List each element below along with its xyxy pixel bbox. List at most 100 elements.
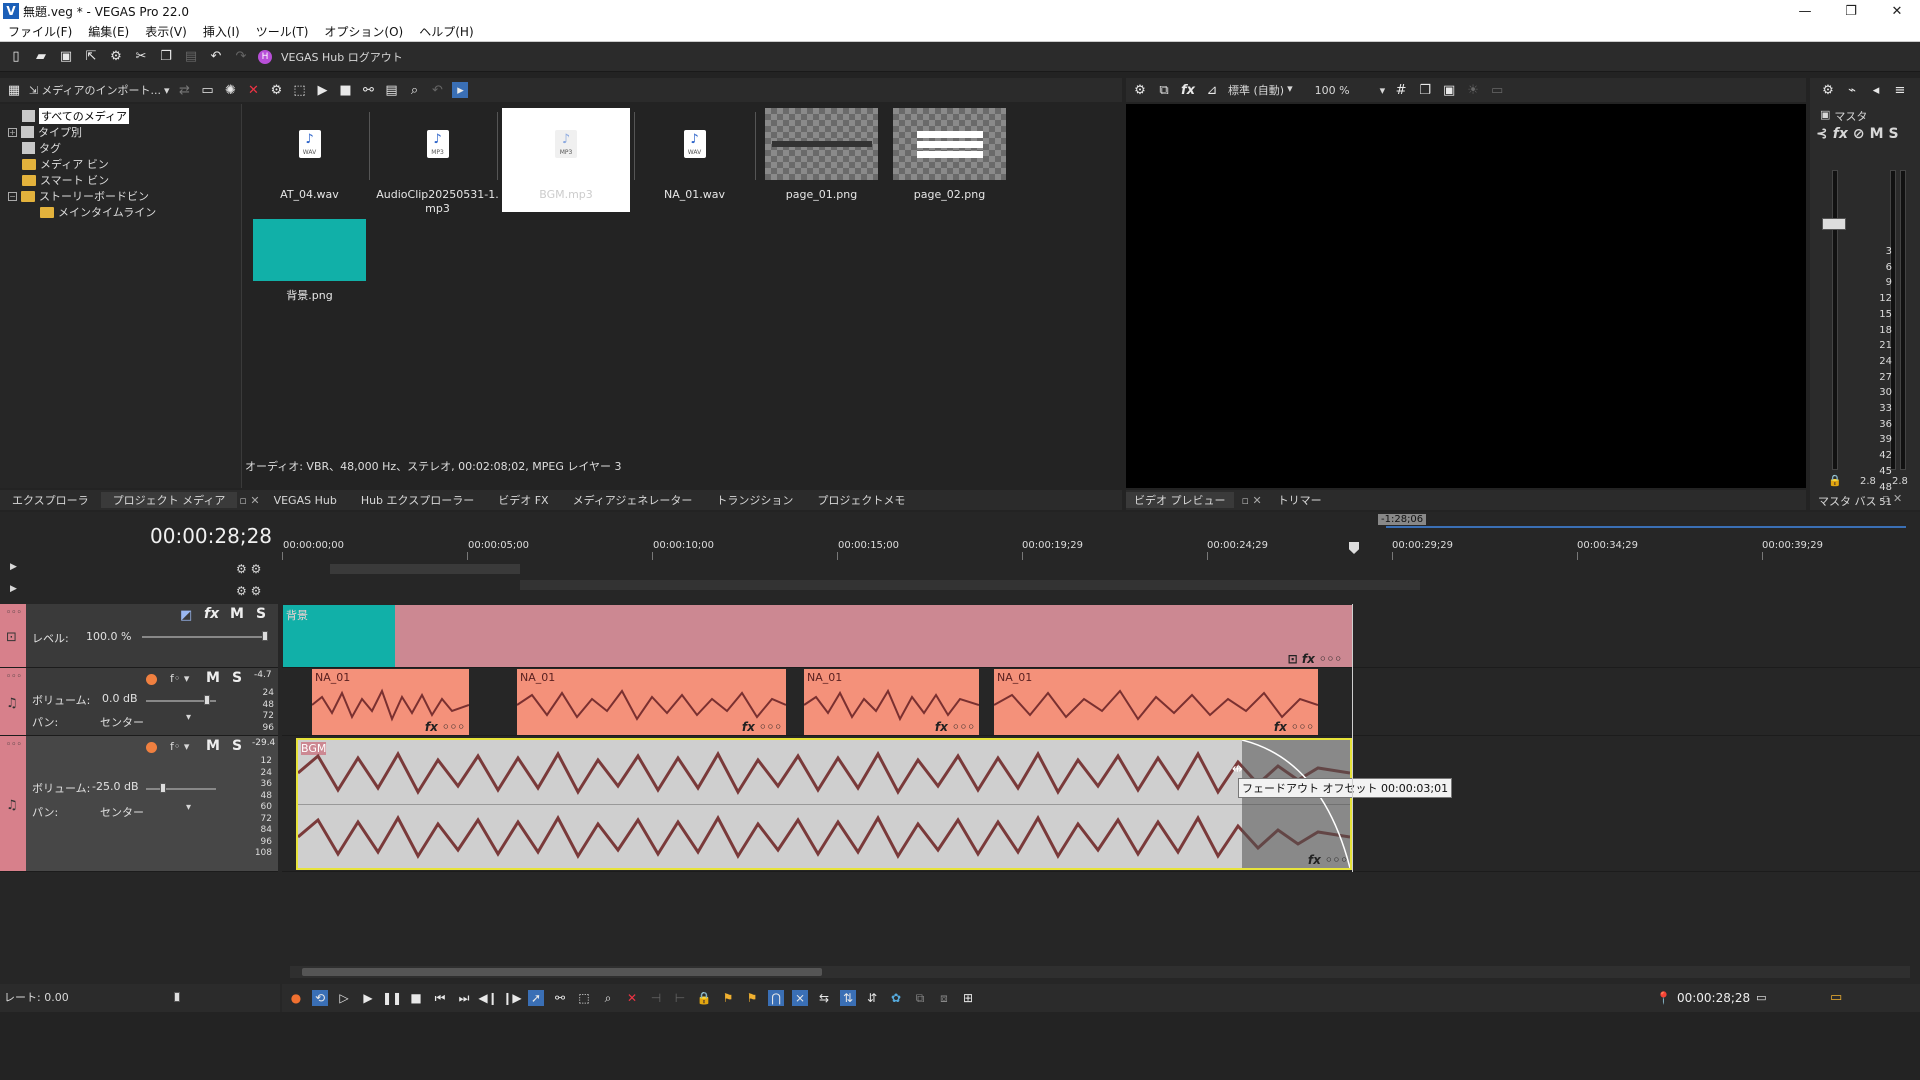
- tab-video-fx[interactable]: ビデオ FX: [486, 492, 560, 508]
- tab-hub-explorer[interactable]: Hub エクスプローラー: [349, 492, 486, 508]
- open-folder-icon[interactable]: ▰: [33, 49, 49, 65]
- menu-file[interactable]: ファイル(F): [0, 23, 80, 40]
- go-to-end-icon[interactable]: ⏭: [456, 990, 472, 1006]
- arm-record-button[interactable]: [146, 742, 157, 753]
- master-checkbox-icon[interactable]: ▣: [1820, 108, 1830, 124]
- video-track-lane[interactable]: 背景 ⊡ fx ◦◦◦: [282, 604, 1920, 668]
- redo-icon[interactable]: ↷: [233, 49, 249, 65]
- color-icon[interactable]: ✿: [888, 990, 904, 1006]
- ignore-grouping-icon[interactable]: ⇵: [864, 990, 880, 1006]
- automation-icon[interactable]: ⊘: [1853, 126, 1865, 142]
- media-fx-icon[interactable]: ✺: [222, 82, 238, 98]
- solo-button[interactable]: S: [232, 738, 242, 754]
- archive-icon[interactable]: ⊞: [960, 990, 976, 1006]
- import-media-button[interactable]: ⇲ メディアのインポート... ▾: [29, 82, 169, 98]
- mute-button[interactable]: M: [206, 738, 220, 754]
- window-icon[interactable]: ▭: [1756, 984, 1766, 1012]
- audio-clip-na01[interactable]: NA_01 fx ◦◦◦: [994, 669, 1318, 735]
- clip-fx-icon[interactable]: fx ◦◦◦: [1308, 853, 1348, 867]
- fade-out-curve[interactable]: [1242, 740, 1350, 868]
- delete-icon[interactable]: ✕: [624, 990, 640, 1006]
- media-item-page02[interactable]: page_02.png: [893, 108, 1006, 213]
- clip-fx-icon[interactable]: ⊡ fx ◦◦◦: [1288, 652, 1342, 666]
- copy-icon[interactable]: ❐: [158, 49, 174, 65]
- play-from-start-icon[interactable]: ▷: [336, 990, 352, 1006]
- split-screen-icon[interactable]: ⊿: [1204, 82, 1220, 98]
- master-fx-button[interactable]: fx: [1833, 126, 1848, 142]
- scrollbar-thumb[interactable]: [302, 968, 822, 976]
- audio-track-1-header[interactable]: ◦◦◦ ♫ f◦ ▾ M S -4.7 ボリューム: 0.0 dB パン: セン…: [0, 668, 278, 736]
- track-fx-dropdown[interactable]: f◦ ▾: [170, 740, 189, 753]
- loop-icon[interactable]: ⟲: [312, 990, 328, 1006]
- prev-frame-icon[interactable]: ◀❙: [478, 990, 497, 1006]
- media-item-bgm[interactable]: ♪ MP3 BGM.mp3: [502, 108, 630, 212]
- export-icon[interactable]: ⇱: [83, 49, 99, 65]
- external-monitor-icon[interactable]: ⧉: [1156, 82, 1172, 98]
- audio-clip-bgm[interactable]: BGM fx ◦◦◦: [296, 738, 1352, 870]
- solo-button[interactable]: S: [256, 606, 266, 622]
- clip-fx-icon[interactable]: fx ◦◦◦: [1274, 720, 1314, 734]
- overlay-icon[interactable]: ☀: [1465, 82, 1481, 98]
- undo-icon[interactable]: ↶: [208, 49, 224, 65]
- menu-insert[interactable]: 挿入(I): [195, 23, 248, 40]
- search-icon[interactable]: ⌕: [406, 82, 422, 98]
- tab-master-bus[interactable]: マスタ バス: [1818, 493, 1877, 509]
- clip-fx-icon[interactable]: fx ◦◦◦: [425, 720, 465, 734]
- lock-icon[interactable]: 🔒: [696, 990, 712, 1006]
- save-icon[interactable]: ▣: [58, 49, 74, 65]
- zoom-dropdown[interactable]: 100 % ▾: [1315, 84, 1385, 97]
- audio-clip-na01[interactable]: NA_01 fx ◦◦◦: [312, 669, 469, 735]
- copy-snapshot-icon[interactable]: ❐: [1417, 82, 1433, 98]
- pan-slider-icon[interactable]: ▾: [186, 802, 191, 813]
- menu-tools[interactable]: ツール(T): [248, 23, 317, 40]
- pan-slider-icon[interactable]: ▾: [186, 712, 191, 723]
- tree-item-by-type[interactable]: + タイプ別: [8, 124, 82, 140]
- tree-item-tags[interactable]: タグ: [22, 140, 61, 156]
- play-icon[interactable]: ▶: [360, 990, 376, 1006]
- properties-icon[interactable]: ⚙: [268, 82, 284, 98]
- marker-insert-icon[interactable]: ⚑: [720, 990, 736, 1006]
- nest-icon[interactable]: ⧉: [912, 990, 928, 1006]
- back-icon[interactable]: ↶: [429, 82, 445, 98]
- tree-item-smart-bins[interactable]: スマート ビン: [22, 172, 109, 188]
- solo-button[interactable]: S: [232, 670, 242, 686]
- clip-fx-icon[interactable]: fx ◦◦◦: [935, 720, 975, 734]
- settings-icon[interactable]: ⚙: [1820, 82, 1836, 98]
- tree-item-storyboard-bins[interactable]: − ストーリーボードビン: [8, 188, 149, 204]
- master-fader-knob[interactable]: [1822, 218, 1846, 230]
- tab-video-preview[interactable]: ビデオ プレビュー: [1126, 492, 1234, 508]
- close-icon[interactable]: ▫ ✕: [1234, 494, 1270, 507]
- hub-logout-button[interactable]: VEGAS Hub ログアウト: [281, 49, 403, 65]
- video-track-header[interactable]: ◦◦◦ ⊡ ◩ fx M S レベル: 100.0 %: [0, 604, 278, 668]
- fx-icon[interactable]: fx: [1180, 82, 1196, 98]
- track-fx-dropdown[interactable]: f◦ ▾: [170, 672, 189, 685]
- track-fx-button[interactable]: fx: [204, 606, 219, 622]
- menu-edit[interactable]: 編集(E): [80, 23, 137, 40]
- mixer-icon[interactable]: ≡: [1892, 82, 1908, 98]
- close-icon[interactable]: ▫ ✕: [1882, 492, 1902, 505]
- tab-project-media[interactable]: プロジェクト メディア: [100, 492, 238, 508]
- record-icon[interactable]: ●: [288, 990, 304, 1006]
- edit-tool-icon[interactable]: ➚: [528, 990, 544, 1006]
- tab-trimmer[interactable]: トリマー: [1270, 492, 1330, 508]
- remove-icon[interactable]: ✕: [245, 82, 261, 98]
- zoom-tool-icon[interactable]: ⌕: [600, 990, 616, 1006]
- timeline-horizontal-scrollbar[interactable]: [290, 966, 1910, 978]
- new-file-icon[interactable]: ▯: [8, 49, 24, 65]
- tab-transitions[interactable]: トランジション: [704, 492, 805, 508]
- globe-icon[interactable]: ⚙ ⚙: [236, 584, 261, 598]
- audio-track-2-header[interactable]: ◦◦◦ ♫ f◦ ▾ M S -29.4 ボリューム: -25.0 dB パン:…: [0, 736, 278, 872]
- snapping-icon[interactable]: ⋂: [768, 990, 784, 1006]
- menu-view[interactable]: 表示(V): [137, 23, 195, 40]
- media-item-at04[interactable]: ♪ WAV AT_04.wav: [253, 108, 366, 213]
- master-mute-button[interactable]: M: [1870, 126, 1884, 142]
- expand-icon[interactable]: +: [8, 127, 17, 137]
- timeline-ruler[interactable]: 00:00:00;00 00:00:05;00 00:00:10;00 00:0…: [282, 540, 1902, 560]
- play-preview-icon[interactable]: ▶: [314, 82, 330, 98]
- selection-tool-icon[interactable]: ⬚: [576, 990, 592, 1006]
- tab-explorer[interactable]: エクスプローラ: [0, 492, 101, 508]
- collapse-icon[interactable]: −: [8, 191, 17, 201]
- master-fader-track[interactable]: [1832, 170, 1838, 470]
- close-icon[interactable]: ▫ ✕: [237, 494, 261, 507]
- insert-icon[interactable]: ⊰: [1816, 126, 1828, 142]
